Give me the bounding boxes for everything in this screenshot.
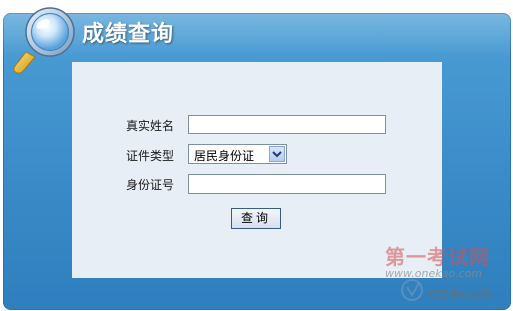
idnum-input[interactable] [188,174,386,194]
idtype-select[interactable]: 居民身份证 [188,144,287,164]
query-button[interactable]: 查询 [231,208,281,229]
watermark-brand: 第一考试网 [385,245,490,269]
idnum-label: 身份证号 [126,178,175,192]
name-label: 真实姓名 [126,119,175,133]
dropdown-arrow-icon[interactable] [269,146,285,162]
page-title: 成绩查询 [82,22,175,47]
watermark-slogan: 祝您考试成功 [427,288,493,301]
idtype-label: 证件类型 [126,149,175,163]
idtype-selected: 居民身份证 [194,149,255,163]
watermark: 第一考试网 www.onekao.com 祝您考试成功 [385,233,510,308]
watermark-logo-icon [401,279,423,301]
magnifier-icon [13,7,75,74]
name-input[interactable] [188,115,386,134]
